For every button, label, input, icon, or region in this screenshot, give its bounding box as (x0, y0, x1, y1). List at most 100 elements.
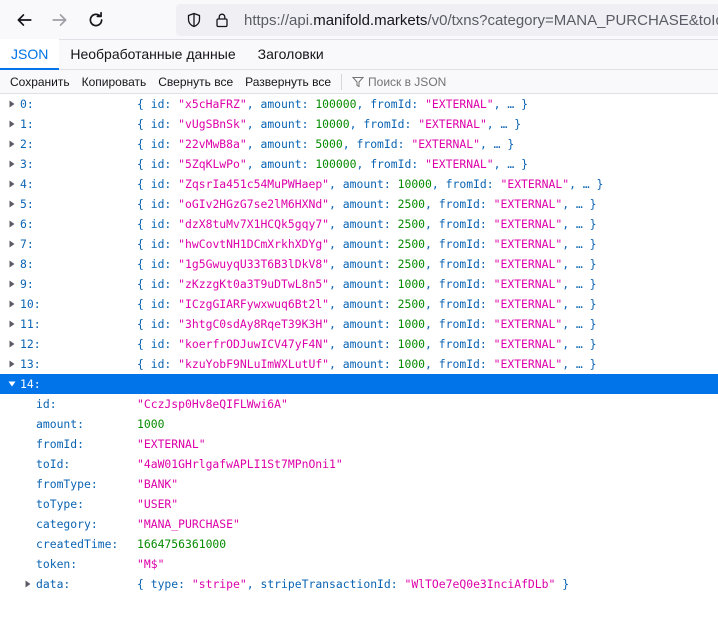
field-row[interactable]: fromType: "BANK" (0, 474, 718, 494)
tree-row[interactable]: 9: { id: "zKzzgKt0a3T9uDTwL8n5", amount: … (0, 274, 718, 294)
expand-toggle[interactable] (6, 294, 18, 314)
field-row[interactable]: toType: "USER" (0, 494, 718, 514)
tab-headers[interactable]: Заголовки (247, 39, 335, 69)
tree-row[interactable]: 1: { id: "vUgSBnSk", amount: 10000, fromI… (0, 114, 718, 134)
twisty-right-icon (9, 140, 15, 148)
item-amount: 100000 (315, 97, 357, 111)
url-text[interactable]: https://api.manifold.markets/v0/txns?cat… (244, 12, 718, 29)
toolbar-divider (341, 73, 343, 90)
field-row[interactable]: amount: 1000 (0, 414, 718, 434)
copy-button[interactable]: Копировать (76, 70, 153, 94)
collapse-all-button[interactable]: Свернуть все (152, 70, 239, 94)
lock-icon[interactable] (214, 12, 230, 28)
twisty-right-icon (9, 220, 15, 228)
back-button[interactable] (12, 8, 36, 32)
item-amount: 1000 (397, 337, 426, 351)
field-value: "BANK" (137, 477, 179, 491)
row-key: 11: (20, 317, 41, 331)
expand-toggle[interactable] (6, 334, 18, 354)
field-row[interactable]: fromId: "EXTERNAL" (0, 434, 718, 454)
field-row[interactable]: token: "M$" (0, 554, 718, 574)
item-id: ICzgGIARFywxwuq6Bt2l (185, 297, 323, 311)
field-row-data[interactable]: data: { type: "stripe", stripeTransaction… (0, 574, 718, 594)
tree-row[interactable]: 6: { id: "dzX8tuMv7X1HCQk5gqy7", amount: … (0, 214, 718, 234)
field-value: "MANA_PURCHASE" (137, 517, 240, 531)
expand-toggle[interactable] (6, 214, 18, 234)
expand-toggle[interactable] (6, 154, 18, 174)
expand-toggle[interactable] (6, 174, 18, 194)
item-from-id: EXTERNAL (500, 257, 556, 271)
collapse-toggle[interactable] (6, 374, 18, 394)
expand-toggle[interactable] (6, 134, 18, 154)
tree-row[interactable]: 12: { id: "koerfrODJuwICV47yF4N", amount:… (0, 334, 718, 354)
expand-toggle[interactable] (6, 114, 18, 134)
item-id: kzuYobF9NLuImWXLutUf (185, 357, 323, 371)
tree-row[interactable]: 8: { id: "1g5GwuyqU33T6B3lDkV8", amount: … (0, 254, 718, 274)
save-button[interactable]: Сохранить (4, 70, 76, 94)
item-from-id: EXTERNAL (425, 117, 480, 131)
field-row[interactable]: id: "CczJsp0Hv8eQIFLWwi6A" (0, 394, 718, 414)
item-amount: 10000 (315, 117, 350, 131)
json-toolbar: Сохранить Копировать Свернуть все Развер… (0, 70, 718, 94)
tree-row[interactable]: 13: { id: "kzuYobF9NLuImWXLutUf", amount:… (0, 354, 718, 374)
field-key: data: (36, 577, 71, 591)
tree-row[interactable]: 10: { id: "ICzgGIARFywxwuq6Bt2l", amount:… (0, 294, 718, 314)
filter-json-input[interactable]: Поиск в JSON (346, 75, 446, 89)
item-amount: 10000 (397, 177, 432, 191)
tree-row[interactable]: 0: { id: "x5cHaFRZ", amount: 100000, from… (0, 94, 718, 114)
item-from-id: EXTERNAL (431, 97, 487, 111)
row-preview: { id: "zKzzgKt0a3T9uDTwL8n5", amount: 10… (137, 277, 597, 291)
field-row[interactable]: createdTime: 1664756361000 (0, 534, 718, 554)
expand-toggle[interactable] (22, 574, 34, 594)
field-value: "EXTERNAL" (137, 437, 206, 451)
item-amount: 2500 (397, 257, 426, 271)
field-key: createdTime: (36, 537, 119, 551)
twisty-right-icon (9, 160, 15, 168)
expand-toggle[interactable] (6, 274, 18, 294)
viewer-tabs: JSON Необработанные данные Заголовки (0, 39, 718, 70)
tree-row[interactable]: 5: { id: "oGIv2HGzG7se2lM6HXNd", amount: … (0, 194, 718, 214)
item-id: 5ZqKLwPo (185, 157, 240, 171)
field-value: 1664756361000 (137, 537, 227, 551)
expand-toggle[interactable] (6, 254, 18, 274)
row-key: 8: (20, 257, 34, 271)
expand-toggle[interactable] (6, 94, 18, 114)
tree-row[interactable]: 11: { id: "3htgC0sdAy8RqeT39K3H", amount:… (0, 314, 718, 334)
forward-button[interactable] (48, 8, 72, 32)
expand-all-button[interactable]: Развернуть все (239, 70, 337, 94)
twisty-right-icon (9, 180, 15, 188)
expand-toggle[interactable] (6, 194, 18, 214)
row-key: 0: (20, 97, 34, 111)
row-key: 10: (20, 297, 41, 311)
shield-icon[interactable] (186, 12, 202, 28)
tree-row[interactable]: 4: { id: "ZqsrIa451c54MuPWHaep", amount: … (0, 174, 718, 194)
row-key: 2: (20, 137, 34, 151)
twisty-right-icon (9, 340, 15, 348)
tree-row-selected[interactable]: 14: (0, 374, 718, 394)
tab-json[interactable]: JSON (0, 39, 60, 70)
filter-icon (352, 76, 365, 87)
expand-toggle[interactable] (6, 354, 18, 374)
field-value: "USER" (137, 497, 179, 511)
row-preview: { id: "ZqsrIa451c54MuPWHaep", amount: 10… (137, 177, 604, 191)
item-id: 1g5GwuyqU33T6B3lDkV8 (185, 257, 323, 271)
field-row[interactable]: category: "MANA_PURCHASE" (0, 514, 718, 534)
row-preview: { id: "koerfrODJuwICV47yF4N", amount: 10… (137, 337, 597, 351)
item-amount: 2500 (397, 197, 426, 211)
item-amount: 2500 (397, 217, 426, 231)
twisty-right-icon (9, 100, 15, 108)
tree-row[interactable]: 3: { id: "5ZqKLwPo", amount: 100000, from… (0, 154, 718, 174)
tree-row[interactable]: 2: { id: "22vMwB8a", amount: 5000, fromId… (0, 134, 718, 154)
url-path: /v0/txns?category=MANA_PURCHASE&toId=4aW… (427, 11, 718, 29)
expand-toggle[interactable] (6, 314, 18, 334)
row-preview: { id: "1g5GwuyqU33T6B3lDkV8", amount: 25… (137, 257, 597, 271)
url-host: manifold.markets (313, 11, 428, 29)
tree-row[interactable]: 7: { id: "hwCovtNH1DCmXrkhXDYg", amount: … (0, 234, 718, 254)
reload-button[interactable] (84, 8, 108, 32)
field-row[interactable]: toId: "4aW01GHrlgafwAPLI1St7MPnOni1" (0, 454, 718, 474)
url-bar[interactable]: https://api.manifold.markets/v0/txns?cat… (176, 4, 718, 36)
expand-toggle[interactable] (6, 234, 18, 254)
tab-raw-data[interactable]: Необработанные данные (59, 39, 246, 69)
field-value: "CczJsp0Hv8eQIFLWwi6A" (137, 397, 288, 411)
twisty-right-icon (9, 300, 15, 308)
